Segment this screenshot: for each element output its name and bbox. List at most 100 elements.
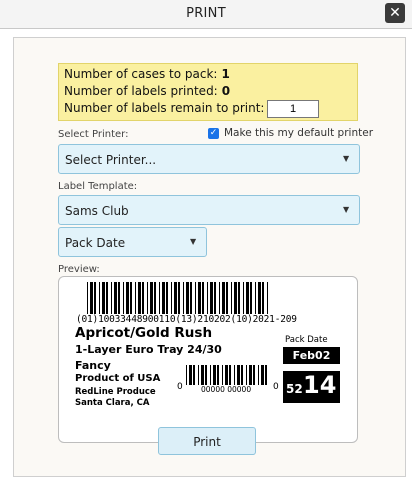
upc-right-digit: 0: [273, 382, 279, 392]
barcode-bar: [246, 365, 247, 385]
week-number: 52: [286, 382, 303, 396]
date-type-value: Pack Date: [65, 236, 126, 250]
barcode-bar: [258, 365, 259, 385]
barcode-bar: [186, 365, 187, 385]
barcode-bar: [198, 282, 201, 314]
barcode-bar: [234, 365, 235, 385]
barcode-bar: [229, 365, 231, 385]
default-printer-checkbox[interactable]: ✓: [208, 128, 219, 139]
barcode-bar: [171, 282, 172, 314]
barcode-bar: [135, 282, 136, 314]
barcode-bar: [154, 282, 156, 314]
barcode-bar: [214, 282, 216, 314]
barcode-bar: [123, 282, 124, 314]
day-code-box: 52 14: [283, 371, 340, 403]
barcode-bar: [210, 365, 211, 385]
printed-row: Number of labels printed: 0: [64, 83, 230, 99]
barcode-bar: [178, 282, 180, 314]
cases-label: Number of cases to pack:: [64, 67, 218, 81]
remain-label: Number of labels remain to print:: [64, 101, 265, 115]
cases-value: 1: [221, 67, 230, 81]
printer-label: Select Printer:: [58, 129, 129, 140]
label-preview: (01)10033448900110(13)210202(10)2021-209…: [58, 276, 358, 443]
printed-label: Number of labels printed:: [64, 84, 218, 98]
barcode-bar: [222, 365, 223, 385]
barcode-bar: [234, 282, 237, 314]
barcode-bar: [162, 282, 165, 314]
barcode-bar: [118, 282, 120, 314]
summary-box: Number of cases to pack: 1 Number of labe…: [58, 63, 358, 121]
barcode-bar: [94, 282, 96, 314]
pack-description: 1-Layer Euro Tray 24/30: [75, 343, 222, 356]
barcode-bar: [166, 282, 168, 314]
product-name: Apricot/Gold Rush: [75, 325, 213, 341]
cases-row: Number of cases to pack: 1: [64, 66, 230, 82]
close-icon[interactable]: ✕: [385, 3, 405, 23]
chevron-down-icon: ▼: [343, 205, 350, 214]
barcode-bar: [87, 282, 88, 314]
barcode-bar: [219, 282, 220, 314]
barcode-bar: [190, 282, 192, 314]
print-button[interactable]: Print: [158, 427, 256, 455]
barcode-bar: [210, 282, 213, 314]
barcode-bar: [265, 365, 267, 385]
date-type-select[interactable]: Pack Date ▼: [58, 227, 207, 257]
printed-value: 0: [221, 84, 231, 98]
barcode-bar: [217, 365, 219, 385]
printer-select-value: Select Printer...: [65, 153, 157, 167]
barcode-bar: [183, 282, 184, 314]
barcode-bar: [138, 282, 141, 314]
pack-date-label: Pack Date: [285, 335, 328, 345]
barcode-bar: [205, 365, 207, 385]
template-select[interactable]: Sams Club ▼: [58, 195, 360, 225]
barcode-bar: [231, 282, 232, 314]
chevron-down-icon: ▼: [190, 237, 197, 246]
printer-select[interactable]: Select Printer... ▼: [58, 144, 360, 174]
barcode-bar: [195, 282, 196, 314]
origin: Product of USA: [75, 373, 161, 384]
barcode-bar: [142, 282, 144, 314]
barcode-bar: [250, 282, 252, 314]
preview-label: Preview:: [58, 264, 100, 275]
barcode-bar: [237, 365, 240, 385]
barcode-bar: [90, 282, 93, 314]
barcode-bar: [267, 282, 268, 314]
barcode-bar: [246, 282, 249, 314]
barcode-bar: [222, 282, 225, 314]
default-printer-label: Make this my default printer: [224, 127, 374, 139]
title-bar: PRINT ✕: [0, 0, 412, 29]
barcode-bar: [193, 365, 195, 385]
upc-middle-digits: 00000 00000: [201, 385, 252, 394]
barcode-bar: [238, 282, 240, 314]
window-title: PRINT: [186, 6, 226, 21]
barcode-bar: [241, 365, 243, 385]
barcode-bar: [174, 282, 177, 314]
barcode-bar: [150, 282, 153, 314]
barcode-bar: [226, 282, 228, 314]
barcode-bar: [147, 282, 148, 314]
barcode-bar: [198, 365, 199, 385]
barcode-bar: [189, 365, 192, 385]
pack-date-value: Feb02: [292, 349, 331, 362]
barcode-bar: [186, 282, 189, 314]
barcode-bar: [114, 282, 117, 314]
remain-row: Number of labels remain to print:: [64, 100, 264, 116]
barcode-bar: [111, 282, 112, 314]
location: Santa Clara, CA: [75, 398, 150, 408]
barcode-bar: [126, 282, 129, 314]
company: RedLine Produce: [75, 387, 156, 397]
barcode-bar: [249, 365, 252, 385]
day-number: 14: [303, 371, 337, 399]
barcode-text: (01)10033448900110(13)210202(10)2021-209: [76, 314, 297, 325]
template-label: Label Template:: [58, 181, 138, 192]
remain-input[interactable]: [267, 100, 319, 118]
template-select-value: Sams Club: [65, 204, 129, 218]
barcode-bar: [207, 282, 208, 314]
barcode-bar: [213, 365, 216, 385]
barcode-bar: [202, 282, 204, 314]
barcode-bar: [243, 282, 244, 314]
barcode-bar: [159, 282, 160, 314]
barcode-bar: [258, 282, 261, 314]
barcode-bar: [99, 282, 100, 314]
barcode-bar: [262, 282, 264, 314]
